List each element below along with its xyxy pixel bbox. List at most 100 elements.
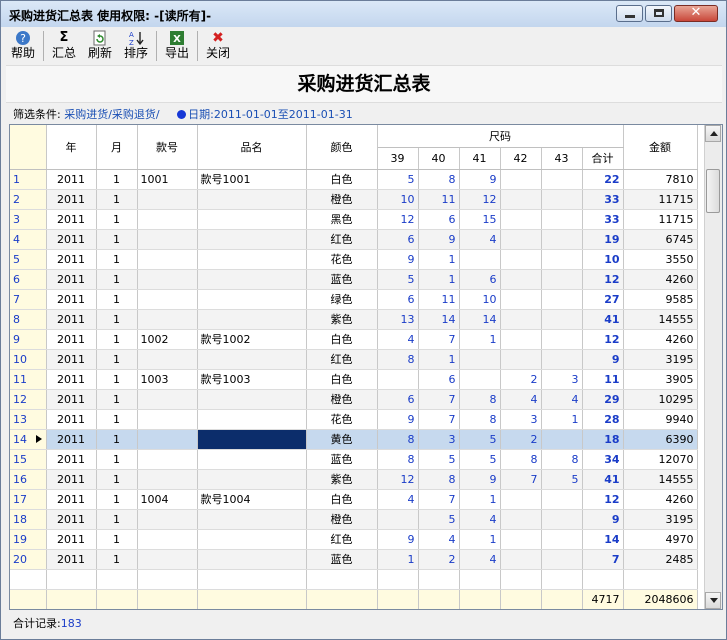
col-header-style[interactable]: 款号: [137, 125, 198, 170]
cell-size-43[interactable]: [541, 209, 583, 230]
cell-color[interactable]: 白色: [306, 169, 378, 190]
cell-year[interactable]: 2011: [46, 309, 97, 330]
cell-size-43[interactable]: 5: [541, 469, 583, 490]
cell-size-40[interactable]: 5: [418, 449, 460, 470]
cell-amount[interactable]: 6390: [623, 429, 698, 450]
cell-size-43[interactable]: 3: [541, 369, 583, 390]
cell-name[interactable]: 款号1001: [197, 169, 307, 190]
cell-size-41[interactable]: 1: [459, 489, 501, 510]
cell-size-40[interactable]: 1: [418, 349, 460, 370]
row-number[interactable]: 10: [10, 349, 47, 370]
cell-size-40[interactable]: 8: [418, 169, 460, 190]
cell-name[interactable]: [197, 429, 307, 450]
cell-month[interactable]: 1: [96, 209, 138, 230]
cell-name[interactable]: [197, 189, 307, 210]
cell-month[interactable]: 1: [96, 229, 138, 250]
cell-style[interactable]: [137, 509, 198, 530]
cell-style[interactable]: 1001: [137, 169, 198, 190]
cell-size-42[interactable]: [500, 249, 542, 270]
cell-size-43[interactable]: [541, 329, 583, 350]
cell-year[interactable]: 2011: [46, 369, 97, 390]
cell-color[interactable]: 黑色: [306, 209, 378, 230]
cell-style[interactable]: [137, 209, 198, 230]
cell-year[interactable]: 2011: [46, 449, 97, 470]
cell-style[interactable]: [137, 429, 198, 450]
cell-year[interactable]: 2011: [46, 409, 97, 430]
cell-size-42[interactable]: [500, 529, 542, 550]
cell-size-43[interactable]: [541, 169, 583, 190]
cell-year[interactable]: 2011: [46, 269, 97, 290]
cell-name[interactable]: [197, 509, 307, 530]
cell-subtotal[interactable]: 9: [582, 349, 624, 370]
table-row[interactable]: 10 2011 1 红色 8 1 9 3195: [10, 349, 698, 370]
row-number[interactable]: 18: [10, 509, 47, 530]
cell-year[interactable]: 2011: [46, 189, 97, 210]
cell-style[interactable]: 1004: [137, 489, 198, 510]
cell-year[interactable]: 2011: [46, 289, 97, 310]
cell-subtotal[interactable]: 41: [582, 309, 624, 330]
cell-size-40[interactable]: 14: [418, 309, 460, 330]
cell-color[interactable]: 紫色: [306, 309, 378, 330]
cell-size-39[interactable]: 6: [377, 289, 419, 310]
cell-size-42[interactable]: [500, 349, 542, 370]
cell-size-42[interactable]: 7: [500, 469, 542, 490]
cell-color[interactable]: 蓝色: [306, 549, 378, 570]
row-number[interactable]: 16: [10, 469, 47, 490]
cell-amount[interactable]: 4260: [623, 269, 698, 290]
data-grid[interactable]: 年 月 款号 品名 颜色 尺码 金额 39 40 41 42 43 合计 1 2…: [9, 124, 723, 610]
cell-size-39[interactable]: 4: [377, 329, 419, 350]
scroll-up-button[interactable]: [705, 125, 721, 142]
cell-size-41[interactable]: 14: [459, 309, 501, 330]
cell-amount[interactable]: 10295: [623, 389, 698, 410]
cell-year[interactable]: 2011: [46, 469, 97, 490]
cell-color[interactable]: 白色: [306, 329, 378, 350]
cell-amount[interactable]: 4970: [623, 529, 698, 550]
cell-size-41[interactable]: 4: [459, 509, 501, 530]
cell-size-42[interactable]: [500, 209, 542, 230]
row-number[interactable]: 5: [10, 249, 47, 270]
cell-size-41[interactable]: 12: [459, 189, 501, 210]
cell-subtotal[interactable]: 28: [582, 409, 624, 430]
cell-color[interactable]: 花色: [306, 249, 378, 270]
cell-year[interactable]: 2011: [46, 329, 97, 350]
cell-color[interactable]: 红色: [306, 229, 378, 250]
cell-subtotal[interactable]: 12: [582, 329, 624, 350]
cell-amount[interactable]: 6745: [623, 229, 698, 250]
col-header-subtotal[interactable]: 合计: [582, 147, 624, 170]
cell-name[interactable]: [197, 389, 307, 410]
cell-size-42[interactable]: [500, 509, 542, 530]
row-number[interactable]: 13: [10, 409, 47, 430]
cell-size-40[interactable]: 7: [418, 389, 460, 410]
row-number[interactable]: 8: [10, 309, 47, 330]
table-row[interactable]: 3 2011 1 黑色 12 6 15 33 11715: [10, 209, 698, 230]
cell-size-40[interactable]: 11: [418, 189, 460, 210]
cell-size-42[interactable]: 2: [500, 369, 542, 390]
col-header-size-39[interactable]: 39: [377, 147, 419, 170]
cell-size-40[interactable]: 7: [418, 489, 460, 510]
cell-name[interactable]: [197, 529, 307, 550]
cell-amount[interactable]: 3905: [623, 369, 698, 390]
table-row[interactable]: 6 2011 1 蓝色 5 1 6 12 4260: [10, 269, 698, 290]
col-header-name[interactable]: 品名: [197, 125, 307, 170]
cell-name[interactable]: 款号1004: [197, 489, 307, 510]
cell-size-40[interactable]: 6: [418, 369, 460, 390]
cell-amount[interactable]: 3195: [623, 509, 698, 530]
cell-name[interactable]: [197, 409, 307, 430]
row-number[interactable]: 19: [10, 529, 47, 550]
table-row[interactable]: 7 2011 1 绿色 6 11 10 27 9585: [10, 289, 698, 310]
col-header-size-41[interactable]: 41: [459, 147, 501, 170]
col-header-amount[interactable]: 金额: [623, 125, 698, 170]
table-row[interactable]: 5 2011 1 花色 9 1 10 3550: [10, 249, 698, 270]
cell-size-41[interactable]: [459, 349, 501, 370]
cell-name[interactable]: [197, 309, 307, 330]
cell-year[interactable]: 2011: [46, 349, 97, 370]
cell-amount[interactable]: 11715: [623, 209, 698, 230]
col-header-color[interactable]: 颜色: [306, 125, 378, 170]
row-number[interactable]: 14: [10, 429, 47, 450]
cell-style[interactable]: [137, 289, 198, 310]
col-header-size-40[interactable]: 40: [418, 147, 460, 170]
cell-year[interactable]: 2011: [46, 509, 97, 530]
cell-size-43[interactable]: [541, 229, 583, 250]
table-row[interactable]: 4 2011 1 红色 6 9 4 19 6745: [10, 229, 698, 250]
cell-size-43[interactable]: [541, 529, 583, 550]
